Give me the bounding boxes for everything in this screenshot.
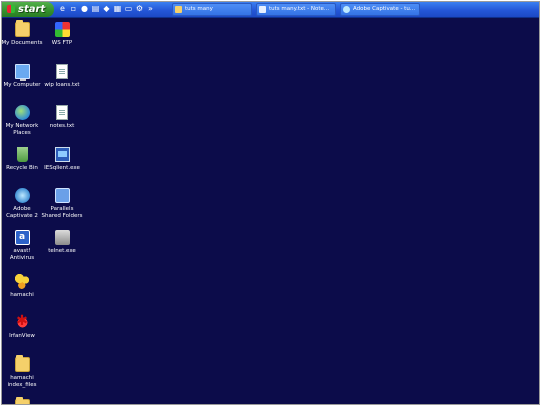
desktop-icon-ws-ftp[interactable]: WS FTP [41,22,83,47]
my-documents-icon [14,20,30,37]
telnet-icon [54,230,70,245]
desktop-icon-iesqlient[interactable]: IESqlient.exe [41,147,83,172]
desktop-icon-notes[interactable]: notes.txt [41,105,83,130]
desktop-icon-adobe-captivate[interactable]: Adobe Captivate 2 [2,188,43,220]
desktop-icon-network-places[interactable]: My Network Places [2,105,43,137]
task-label: tuts many.txt - Note... [269,6,330,12]
media-icon[interactable]: ● [80,4,89,14]
window-icon[interactable]: ▭ [124,4,133,14]
folder-icon [175,6,182,13]
task-label: Adobe Captivate - tu... [353,6,416,12]
taskbar: start e ▫ ● ▤ ◆ ▦ ▭ ⚙ » tuts many tuts m… [2,2,539,18]
desktop-screen: start e ▫ ● ▤ ◆ ▦ ▭ ⚙ » tuts many tuts m… [1,1,540,405]
ws-ftp-icon [54,22,70,37]
my-computer-icon [14,64,30,81]
folder-icon [14,397,30,404]
exe-icon [54,147,70,162]
desktop-icon-wip-loans[interactable]: wip loans.txt [41,64,83,89]
desktop-icon-avast[interactable]: avast! Antivirus [2,230,43,262]
task-button-captivate[interactable]: Adobe Captivate - tu... [340,3,420,16]
task-button-tuts-many[interactable]: tuts many [172,3,252,16]
start-label: start [18,4,46,15]
folder-icon [14,355,30,372]
quick-launch-bar: e ▫ ● ▤ ◆ ▦ ▭ ⚙ » [58,4,155,15]
grid-icon[interactable]: ▦ [113,4,122,14]
app-icon[interactable]: ◆ [102,4,111,14]
ie-icon[interactable]: e [58,4,67,14]
tools-icon[interactable]: ⚙ [135,4,144,14]
irfanview-icon [14,313,30,330]
task-button-notepad[interactable]: tuts many.txt - Note... [256,3,336,16]
text-file-icon [56,105,68,120]
show-desktop-icon[interactable]: ▫ [69,4,78,14]
desktop-icon-my-documents[interactable]: My Documents [2,20,43,47]
task-label: tuts many [185,6,213,12]
adobe-captivate-icon [14,188,30,203]
desktop-icon-hamachi[interactable]: hamachi [2,274,43,299]
start-button[interactable]: start [2,2,54,17]
desktop-icon-folder-partial[interactable] [2,397,43,404]
text-file-icon [56,64,68,79]
network-places-icon [14,105,30,120]
desktop-icon-parallels-shared[interactable]: Parallels Shared Folders [41,188,83,220]
avast-icon [14,230,30,245]
windows-flag-icon [7,5,15,13]
shared-folders-icon [54,188,70,203]
chevron-icon[interactable]: » [146,4,155,14]
desktop-icon-irfanview[interactable]: IrfanView [2,313,43,340]
hamachi-icon [14,274,30,289]
notepad-icon [259,6,266,13]
recycle-bin-icon [16,147,28,162]
desktop-icon-recycle-bin[interactable]: Recycle Bin [2,147,43,172]
desktop-icon-telnet[interactable]: telnet.exe [41,230,83,255]
desktop-icon-hamachi-index-files[interactable]: hamachi index_files [2,355,43,389]
explorer-icon[interactable]: ▤ [91,4,100,14]
desktop-icon-my-computer[interactable]: My Computer [2,64,43,89]
captivate-icon [343,6,350,13]
